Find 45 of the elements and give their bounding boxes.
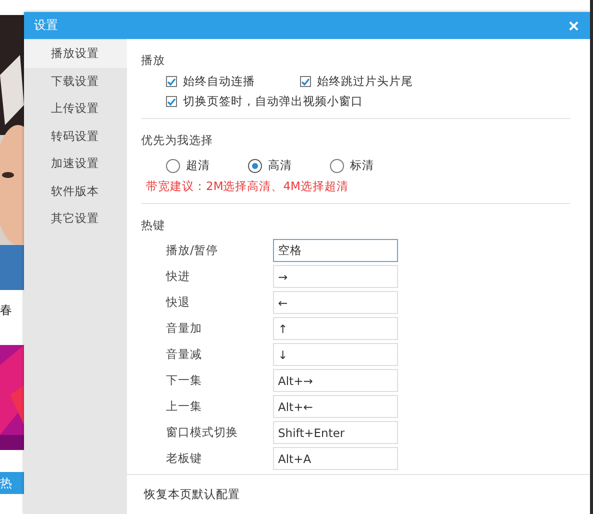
option-label: 切换页签时，自动弹出视频小窗口 [183,94,363,109]
hotkey-field[interactable]: ↓ [273,343,398,366]
radio-button[interactable] [330,158,344,172]
radio-button[interactable] [248,158,262,172]
checkbox[interactable] [300,76,311,87]
window-title: 设置 [34,17,58,34]
radio-button[interactable] [166,158,180,172]
hotkey-label: 快退 [166,295,191,310]
sidebar-item[interactable]: 下载设置 [24,68,127,95]
option-label: 超清 [186,158,210,173]
hotkey-label: 上一集 [166,399,203,414]
sidebar-item[interactable]: 加速设置 [24,150,127,178]
option-label: 高清 [268,158,292,173]
option-label: 标清 [350,158,374,173]
checkbox[interactable] [166,76,177,87]
hotkey-field[interactable]: Alt+→ [273,369,398,392]
hotkey-field[interactable]: Shift+Enter [273,421,398,444]
option-label: 始终自动连播 [183,74,255,89]
checkbox[interactable] [166,96,177,107]
hotkey-label: 音量减 [166,347,203,362]
section-title: 热键 [141,218,166,233]
hotkey-field[interactable]: Alt+A [273,447,398,470]
option-label: 始终跳过片头片尾 [317,74,413,89]
sidebar-item[interactable]: 其它设置 [24,205,127,232]
hotkey-field[interactable]: → [273,265,398,288]
warning-text: 带宽建议：2M选择高清、4M选择超清 [145,179,350,194]
section-title: 播放 [141,53,166,68]
hotkey-label: 下一集 [166,373,203,388]
section-title: 优先为我选择 [141,133,214,148]
sidebar-item[interactable]: 播放设置 [24,40,127,68]
hotkey-label: 播放/暂停 [166,243,219,258]
hotkey-label: 窗口模式切换 [166,425,239,440]
caption-text: 春 [0,302,13,319]
hotkey-field[interactable]: 空格 [273,239,398,262]
banner-text: 热 [0,472,24,494]
sidebar-item[interactable]: 软件版本 [24,178,127,205]
reset-link[interactable]: 恢复本页默认配置 [144,487,240,502]
hotkey-field[interactable]: ↑ [273,317,398,340]
hotkey-label: 快进 [166,269,191,284]
sidebar-item[interactable]: 上传设置 [24,95,127,122]
hotkey-field[interactable]: ← [273,291,398,314]
hotkey-label: 老板键 [166,451,203,466]
sidebar-item[interactable]: 转码设置 [24,122,127,150]
hotkey-field[interactable]: Alt+← [273,395,398,418]
hotkey-label: 音量加 [166,321,203,336]
